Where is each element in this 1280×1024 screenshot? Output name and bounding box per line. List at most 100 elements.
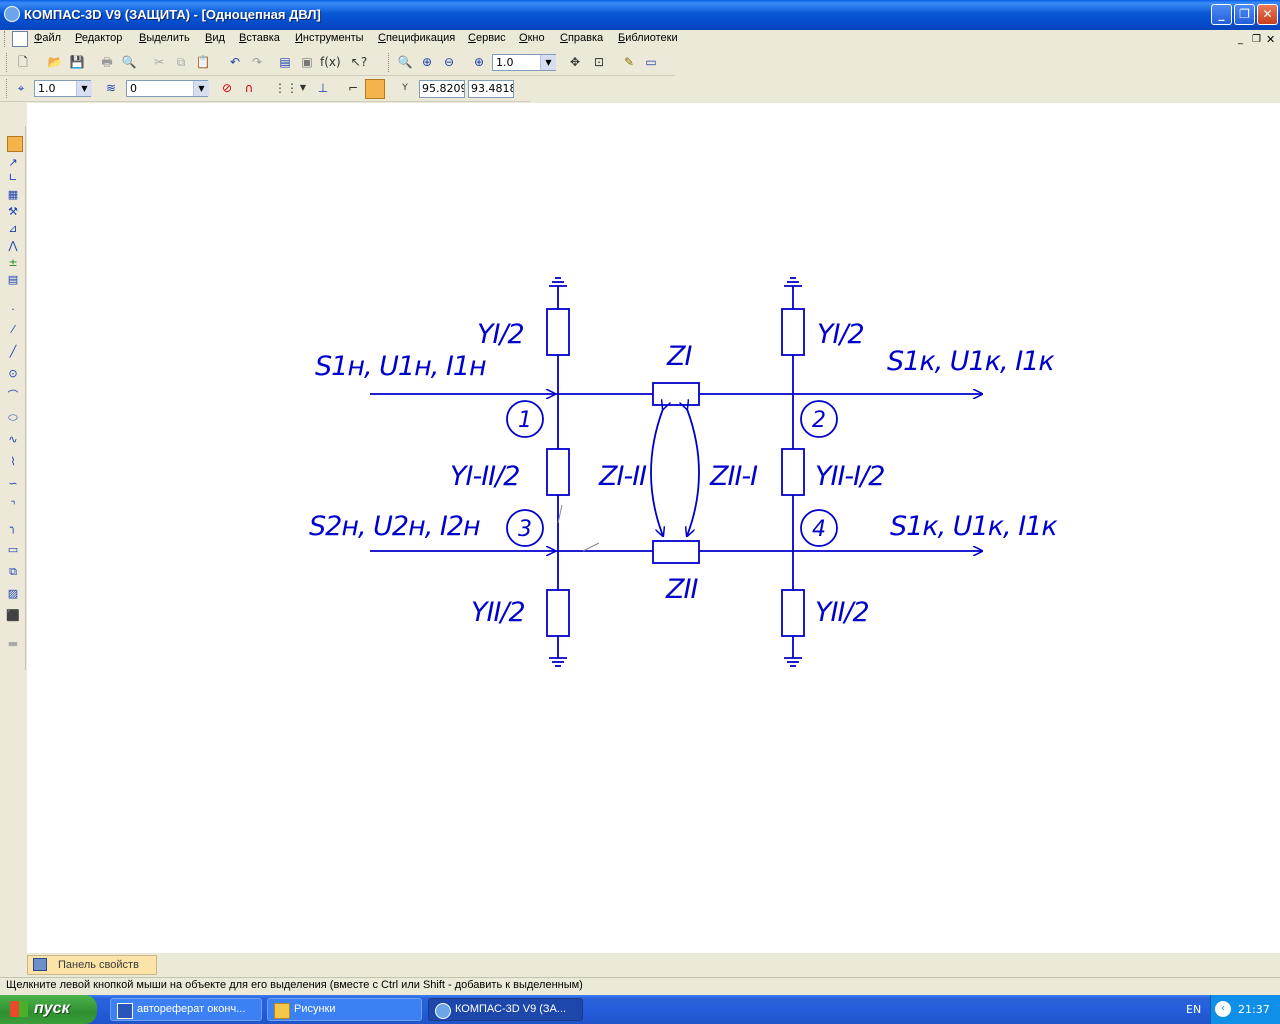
dimensions-icon[interactable]: ↗ xyxy=(5,155,21,171)
ground-top-left xyxy=(549,277,567,287)
pan-icon[interactable]: ✥ xyxy=(566,53,584,71)
segment-icon[interactable]: ╱ xyxy=(5,344,21,360)
redo-icon[interactable]: ↷ xyxy=(248,53,266,71)
coord-y-field[interactable]: 93.4818 xyxy=(468,80,514,98)
chamfer-icon[interactable]: ⌝ xyxy=(5,498,21,514)
fillet-icon[interactable]: ╮ xyxy=(5,520,21,536)
copy-icon[interactable]: ⧉ xyxy=(172,53,190,71)
print-icon[interactable]: 🖶 xyxy=(98,53,116,71)
editing-icon[interactable]: ▦ xyxy=(5,187,21,203)
cut-icon[interactable]: ✂ xyxy=(150,53,168,71)
variables-icon[interactable]: f(x) xyxy=(320,53,341,71)
drawing-canvas[interactable]: YI/2 YI/2 ZI S1н, U1н, I1н S1к, U1к, I1к… xyxy=(27,103,1280,953)
designations-icon[interactable]: ∟ xyxy=(5,170,21,186)
refresh-icon[interactable]: ✎ xyxy=(620,53,638,71)
library-icon[interactable]: ▣ xyxy=(298,53,316,71)
arc-icon[interactable]: ⌒ xyxy=(5,388,21,404)
minimize-button[interactable]: _ xyxy=(1211,4,1232,25)
label-y21-right: YII-I/2 xyxy=(815,461,884,492)
coordinates-icon: Y xyxy=(402,83,408,93)
save-icon[interactable]: 💾 xyxy=(68,53,86,71)
menu-help[interactable]: Справка xyxy=(560,32,603,44)
geometry-tab-button[interactable] xyxy=(7,136,23,152)
menu-file[interactable]: Файл xyxy=(34,32,61,44)
circle-icon[interactable]: ⊙ xyxy=(5,366,21,382)
menu-select[interactable]: Выделить xyxy=(139,32,190,44)
language-indicator[interactable]: EN xyxy=(1186,1003,1201,1016)
select-icon[interactable]: ⋀ xyxy=(5,238,21,254)
spline-icon[interactable]: ∿ xyxy=(5,432,21,448)
admittance-right-top xyxy=(781,308,805,356)
collect-contour-icon[interactable]: ▬ xyxy=(5,636,21,652)
equidistant-icon[interactable]: ⧉ xyxy=(5,564,21,580)
folder-icon xyxy=(274,1003,290,1019)
document-icon[interactable] xyxy=(12,31,28,47)
toolbar-grip xyxy=(388,53,392,72)
layers-icon[interactable]: ≋ xyxy=(102,79,120,97)
properties-icon[interactable]: ⊘ xyxy=(218,79,236,97)
menu-specification[interactable]: Спецификация xyxy=(378,32,455,44)
menu-tools[interactable]: Инструменты xyxy=(295,32,364,44)
node-label-3: 3 xyxy=(518,517,532,542)
chevron-down-icon[interactable]: ▼ xyxy=(193,81,209,96)
fill-icon[interactable]: ⬛ xyxy=(5,608,21,624)
polyline-icon[interactable]: ⌇ xyxy=(5,454,21,470)
zoom-in-icon[interactable]: ⊕ xyxy=(418,53,436,71)
toolbar-grip xyxy=(6,79,10,98)
admittance-left-mid xyxy=(546,448,570,496)
grid-icon[interactable]: ⋮⋮ xyxy=(274,79,298,97)
schematic-drawing[interactable]: YI/2 YI/2 ZI S1н, U1н, I1н S1к, U1к, I1к… xyxy=(27,103,1280,953)
chevron-down-icon[interactable]: ▼ xyxy=(294,79,312,97)
ortho-icon[interactable]: ⌐ xyxy=(344,79,362,97)
windows-logo-icon xyxy=(10,1001,28,1017)
menu-edit[interactable]: Редактор xyxy=(75,32,122,44)
new-file-icon[interactable]: 🗋 xyxy=(14,53,32,71)
ellipse-icon[interactable]: ⬭ xyxy=(5,410,21,426)
chevron-down-icon[interactable]: ▼ xyxy=(76,81,92,96)
node-label-2: 2 xyxy=(812,408,826,433)
restore-button[interactable]: ❐ xyxy=(1234,4,1255,25)
display-icon[interactable]: ▭ xyxy=(642,53,660,71)
zoom-scale-icon[interactable]: ⊕ xyxy=(470,53,488,71)
help-pointer-icon[interactable]: ↖? xyxy=(350,53,368,71)
parametrization-icon[interactable]: ⚒ xyxy=(5,204,21,220)
admittance-right-bottom xyxy=(781,589,805,637)
doc-restore-icon[interactable]: ❐ xyxy=(1252,34,1261,45)
close-button[interactable]: ✕ xyxy=(1257,4,1278,25)
menu-view[interactable]: Вид xyxy=(205,32,225,44)
task-pictures-folder[interactable]: Рисунки xyxy=(267,998,422,1021)
task-kompas[interactable]: КОМПАС-3D V9 (ЗА... xyxy=(428,998,583,1021)
magnet-icon[interactable]: ∩ xyxy=(240,79,258,97)
admittance-left-bottom xyxy=(546,589,570,637)
zoom-icon[interactable]: 🔍 xyxy=(396,53,414,71)
point-icon[interactable]: · xyxy=(5,302,21,318)
menu-window[interactable]: Окно xyxy=(519,32,545,44)
nurbs-icon[interactable]: ∽ xyxy=(5,476,21,492)
print-preview-icon[interactable]: 🔍 xyxy=(120,53,138,71)
menu-libraries[interactable]: Библиотеки xyxy=(618,32,678,44)
doc-minimize-icon[interactable]: _ xyxy=(1238,34,1243,45)
snap-toggle-button[interactable] xyxy=(365,79,385,99)
zoom-out-icon[interactable]: ⊖ xyxy=(440,53,458,71)
local-cs-icon[interactable]: ⊥ xyxy=(314,79,332,97)
reports-icon[interactable]: ▤ xyxy=(5,272,21,288)
measure-icon[interactable]: ⊿ xyxy=(5,221,21,237)
open-folder-icon[interactable]: 📂 xyxy=(46,53,64,71)
undo-icon[interactable]: ↶ xyxy=(226,53,244,71)
rectangle-icon[interactable]: ▭ xyxy=(5,542,21,558)
menu-service[interactable]: Сервис xyxy=(468,32,506,44)
menu-insert[interactable]: Вставка xyxy=(239,32,280,44)
manager-icon[interactable]: ▤ xyxy=(276,53,294,71)
spec-icon[interactable]: ± xyxy=(5,255,21,271)
coupling-arc-left xyxy=(650,409,663,536)
show-all-icon[interactable]: ⊡ xyxy=(590,53,608,71)
tray-expand-icon[interactable]: ‹ xyxy=(1215,1001,1231,1017)
paste-icon[interactable]: 📋 xyxy=(194,53,212,71)
hatch-icon[interactable]: ▨ xyxy=(5,586,21,602)
chevron-down-icon[interactable]: ▼ xyxy=(540,55,556,70)
properties-panel-label: Панель свойств xyxy=(58,959,139,971)
doc-close-icon[interactable]: ✕ xyxy=(1266,33,1275,46)
coord-x-field[interactable]: 95.8209 xyxy=(419,80,465,98)
cursor-step-icon[interactable]: ⌖ xyxy=(12,79,30,97)
aux-line-icon[interactable]: ⁄ xyxy=(5,322,21,338)
